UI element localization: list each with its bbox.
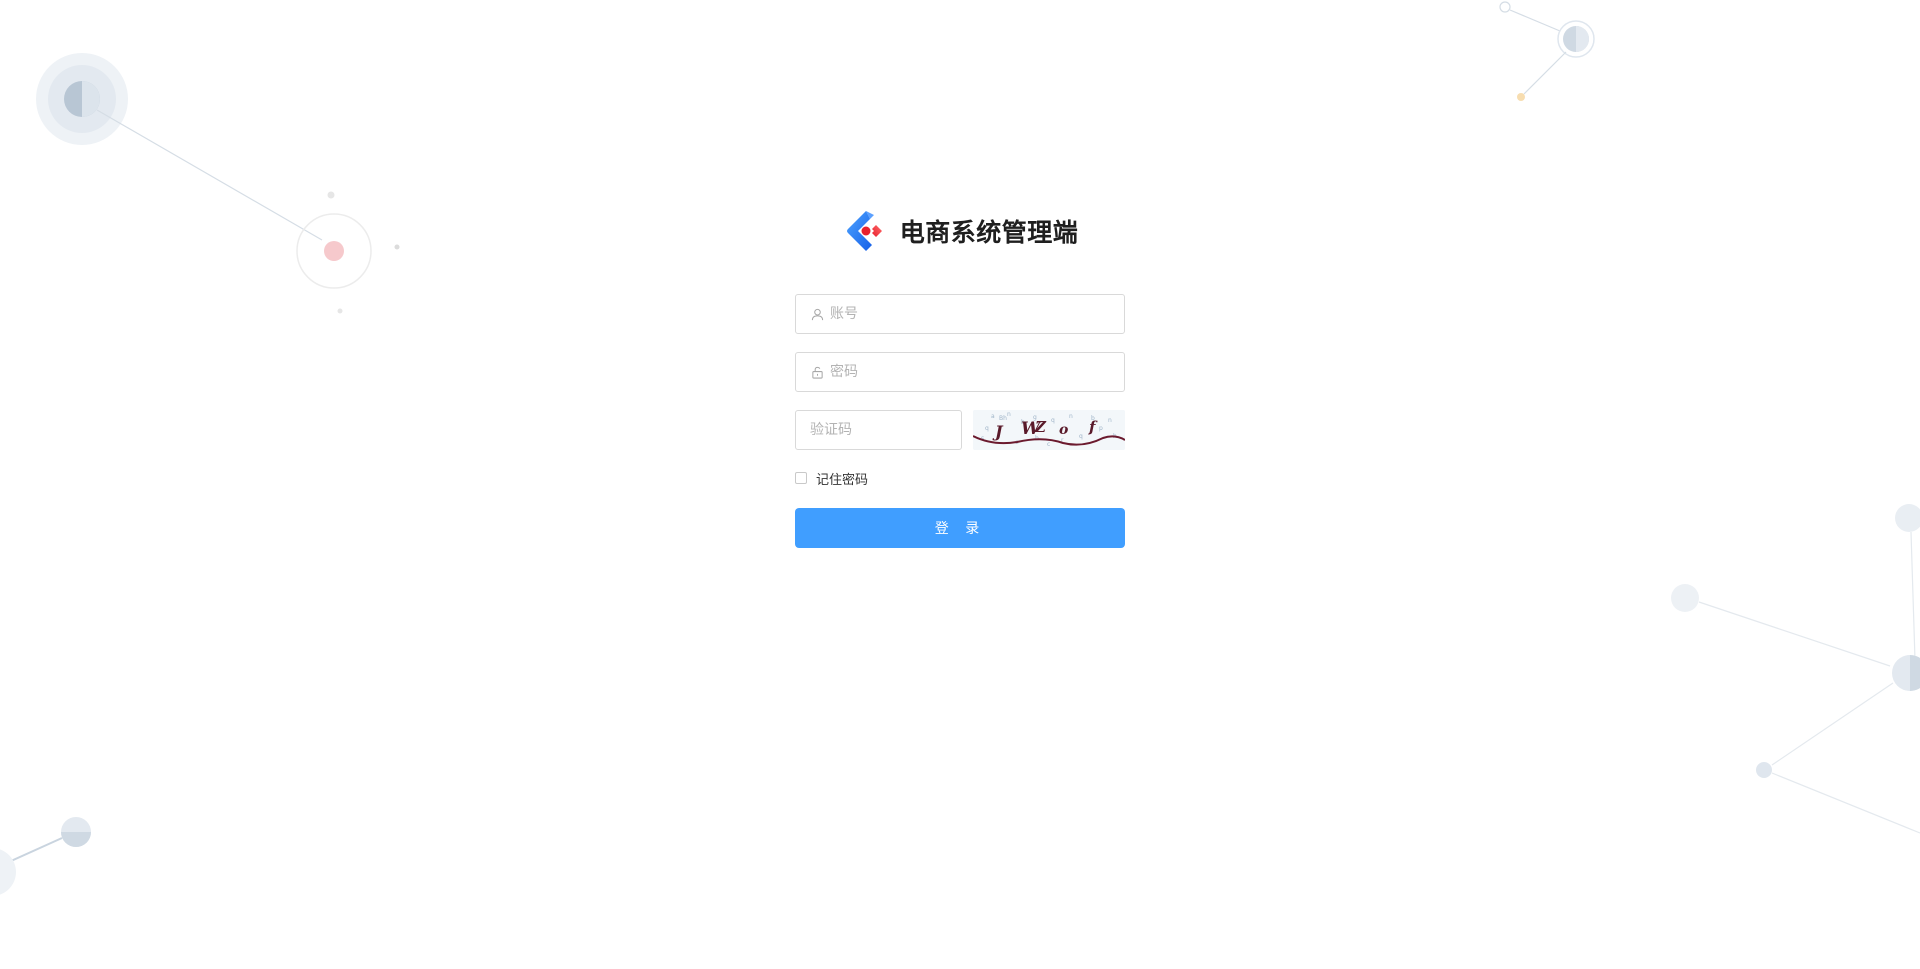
captcha-input[interactable] [796, 410, 961, 450]
lock-icon [810, 365, 824, 379]
svg-text:q: q [1079, 433, 1083, 440]
svg-text:q: q [985, 425, 989, 432]
svg-text:p: p [1099, 425, 1103, 432]
account-input[interactable] [830, 295, 1124, 333]
brand-header: 电商系统管理端 [795, 205, 1125, 257]
remember-password-checkbox[interactable]: 记住密码 [795, 468, 1125, 488]
svg-text:n: n [1007, 411, 1011, 418]
svg-text:Bh: Bh [999, 415, 1007, 422]
captcha-image[interactable]: a Bh n bgb qrn qbp nhs qec J W Z o f [973, 410, 1125, 450]
svg-text:n: n [1108, 417, 1112, 424]
checkbox-box[interactable] [795, 472, 807, 484]
captcha-field[interactable] [795, 410, 962, 450]
svg-text:q: q [1051, 417, 1055, 424]
account-field[interactable] [795, 294, 1125, 334]
login-button[interactable]: 登 录 [795, 508, 1125, 548]
password-input[interactable] [830, 353, 1124, 391]
captcha-row: aBhn bgb qrn qbp nhs qec J W Z o f [795, 410, 1125, 450]
svg-text:a: a [991, 413, 995, 420]
svg-text:o: o [1059, 422, 1068, 438]
svg-text:Z: Z [1034, 418, 1047, 436]
login-page: 电商系统管理端 账号 验证码 a Bh n b g b q r n q b p … [0, 0, 1920, 969]
app-title: 电商系统管理端 [899, 218, 1079, 247]
password-field[interactable] [795, 352, 1125, 392]
svg-text:c: c [1047, 441, 1050, 448]
remember-password-label: 记住密码 [816, 472, 869, 488]
user-icon [810, 307, 824, 321]
diamond-logo-icon [846, 211, 882, 251]
svg-text:n: n [1069, 413, 1073, 420]
login-card: 电商系统管理端 账号 验证码 a Bh n b g b q r n q b p … [795, 205, 1125, 548]
